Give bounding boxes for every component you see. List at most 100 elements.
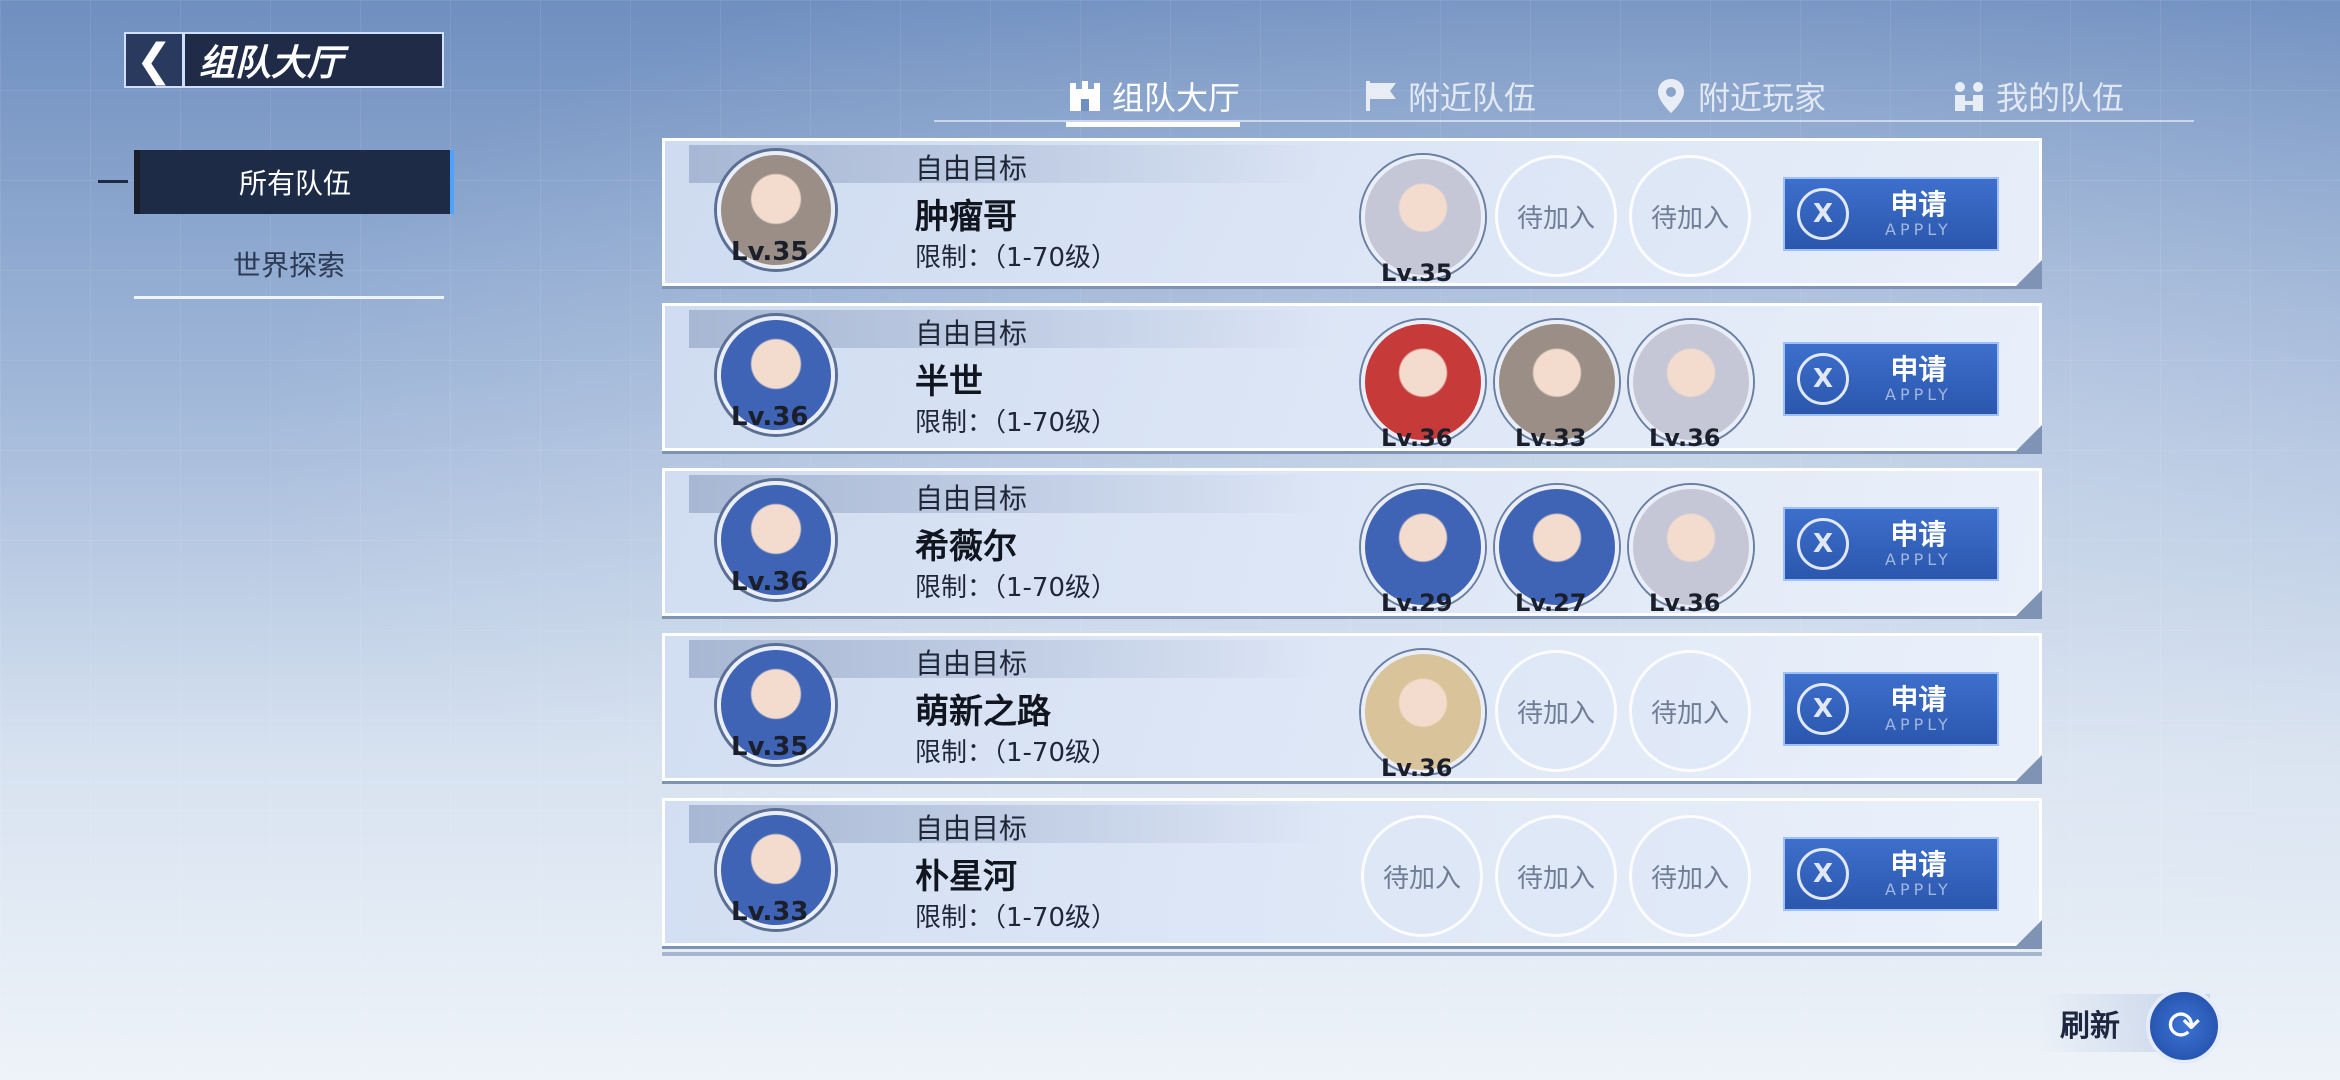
row-corner [2016,920,2042,946]
tab-nearby-teams[interactable]: 附近队伍 [1362,70,1536,122]
empty-slot-label: 待加入 [1382,863,1461,894]
tab-nearby-players[interactable]: 附近玩家 [1652,70,1826,122]
apply-label: 申请 [1890,517,1947,551]
apply-sublabel: APPLY [1885,384,1952,404]
empty-slot-label: 待加入 [1650,203,1729,234]
team-goal: 自由目标 [915,152,1028,185]
team-goal: 自由目标 [915,482,1028,515]
member-level: Lv.36 [1649,424,1721,452]
row-corner [2016,755,2042,781]
member-level: Lv.36 [1381,754,1453,782]
apply-button[interactable]: X 申请 APPLY [1783,837,1999,911]
apply-sublabel: APPLY [1885,714,1952,734]
member-avatar[interactable]: Lv.36 [1361,320,1485,452]
apply-sublabel: APPLY [1885,219,1952,239]
empty-slot-label: 待加入 [1650,863,1729,894]
captain-level: Lv.35 [731,237,809,267]
captain-level: Lv.35 [731,732,809,762]
apply-label: 申请 [1890,682,1947,716]
apply-button[interactable]: X 申请 APPLY [1783,177,1999,251]
apply-text: 申请 APPLY [1885,682,1952,734]
member-avatar[interactable]: Lv.36 [1629,320,1753,452]
team-row: Lv.35 自由目标萌新之路限制：（1-70级） Lv.36 待加入 待加入 X 申请 APP… [662,633,2042,782]
header-bar: ❮ 组队大厅 [124,32,444,88]
empty-slot-label: 待加入 [1650,698,1729,729]
empty-slot: 待加入 [1629,650,1751,772]
sidebar-item-label: 所有队伍 [238,167,351,200]
level-limit: 限制：（1-70级） [915,408,1118,438]
row-corner [2016,425,2042,451]
refresh-button[interactable]: ⟳ [2146,988,2222,1064]
tab-team-lobby[interactable]: 组队大厅 [1066,70,1241,127]
apply-button[interactable]: X 申请 APPLY [1783,342,1999,416]
member-level: Lv.36 [1649,589,1721,617]
apply-text: 申请 APPLY [1885,352,1952,404]
flag-icon [1366,81,1396,111]
team-name: 半世 [915,362,983,402]
empty-slot: 待加入 [1629,815,1751,937]
member-avatar[interactable]: Lv.36 [1361,650,1485,782]
level-limit: 限制：（1-70级） [915,903,1118,933]
member-avatar[interactable]: Lv.36 [1629,485,1753,617]
apply-sublabel: APPLY [1885,879,1952,899]
tab-label: 我的队伍 [1996,79,2125,117]
page-title: 组队大厅 [199,43,344,84]
level-limit: 限制：（1-70级） [915,573,1118,603]
back-arrow-icon: ❮ [135,34,173,86]
row-corner [2016,260,2042,286]
apply-label: 申请 [1890,187,1947,221]
member-level: Lv.35 [1381,259,1453,287]
empty-slot-label: 待加入 [1516,863,1595,894]
team-row: Lv.33 自由目标朴星河限制：（1-70级） 待加入 待加入 待加入 X 申请 APPLY [662,798,2042,946]
sidebar-item-label: 世界探索 [232,249,345,282]
tab-my-team[interactable]: 我的队伍 [1950,70,2124,122]
team-icon [1955,82,1983,111]
apply-x-icon: X [1797,848,1849,900]
level-limit: 限制：（1-70级） [915,243,1118,273]
team-name: 萌新之路 [915,692,1051,732]
member-avatar[interactable]: Lv.33 [1495,320,1619,452]
apply-label: 申请 [1890,352,1947,386]
team-name: 肿瘤哥 [915,197,1017,237]
member-level: Lv.36 [1381,424,1453,452]
member-avatar[interactable]: Lv.29 [1361,485,1485,617]
empty-slot: 待加入 [1495,650,1617,772]
level-limit: 限制：（1-70级） [915,738,1118,768]
apply-text: 申请 APPLY [1885,187,1952,239]
member-avatar[interactable]: Lv.35 [1361,155,1485,287]
empty-slot-label: 待加入 [1516,203,1595,234]
team-row: Lv.36 自由目标希薇尔限制：（1-70级） Lv.29 Lv.27 Lv.36 X 申请… [662,468,2042,617]
empty-slot: 待加入 [1495,815,1617,937]
team-row: Lv.35 自由目标肿瘤哥限制：（1-70级） Lv.35 待加入 待加入 X 申请 APPL… [662,138,2042,287]
apply-label: 申请 [1890,847,1947,881]
sidebar-item-all-teams[interactable]: 所有队伍 [134,150,454,214]
empty-slot: 待加入 [1361,815,1483,937]
member-level: Lv.27 [1515,589,1587,617]
team-goal: 自由目标 [915,812,1028,845]
team-name: 希薇尔 [915,527,1017,567]
member-avatar[interactable]: Lv.27 [1495,485,1619,617]
captain-level: Lv.33 [731,897,809,927]
team-name: 朴星河 [915,857,1017,897]
apply-x-icon: X [1797,353,1849,405]
captain-level: Lv.36 [731,567,809,597]
sidebar-marker [98,180,128,183]
team-goal: 自由目标 [915,647,1028,680]
row-corner [2016,590,2042,616]
apply-button[interactable]: X 申请 APPLY [1783,507,1999,581]
sidebar-item-world-explore[interactable]: 世界探索 [134,232,444,299]
location-pin-icon [1658,79,1684,113]
apply-x-icon: X [1797,518,1849,570]
tab-label: 附近队伍 [1408,79,1537,117]
back-button[interactable]: ❮ [126,34,185,86]
list-bottom-line [662,952,2042,956]
member-level: Lv.33 [1515,424,1587,452]
empty-slot: 待加入 [1629,155,1751,277]
empty-slot: 待加入 [1495,155,1617,277]
apply-text: 申请 APPLY [1885,847,1952,899]
apply-x-icon: X [1797,683,1849,735]
member-level: Lv.29 [1381,589,1453,617]
apply-button[interactable]: X 申请 APPLY [1783,672,1999,746]
refresh-label: 刷新 [2060,1009,2120,1044]
refresh-icon: ⟳ [2167,1003,2201,1049]
